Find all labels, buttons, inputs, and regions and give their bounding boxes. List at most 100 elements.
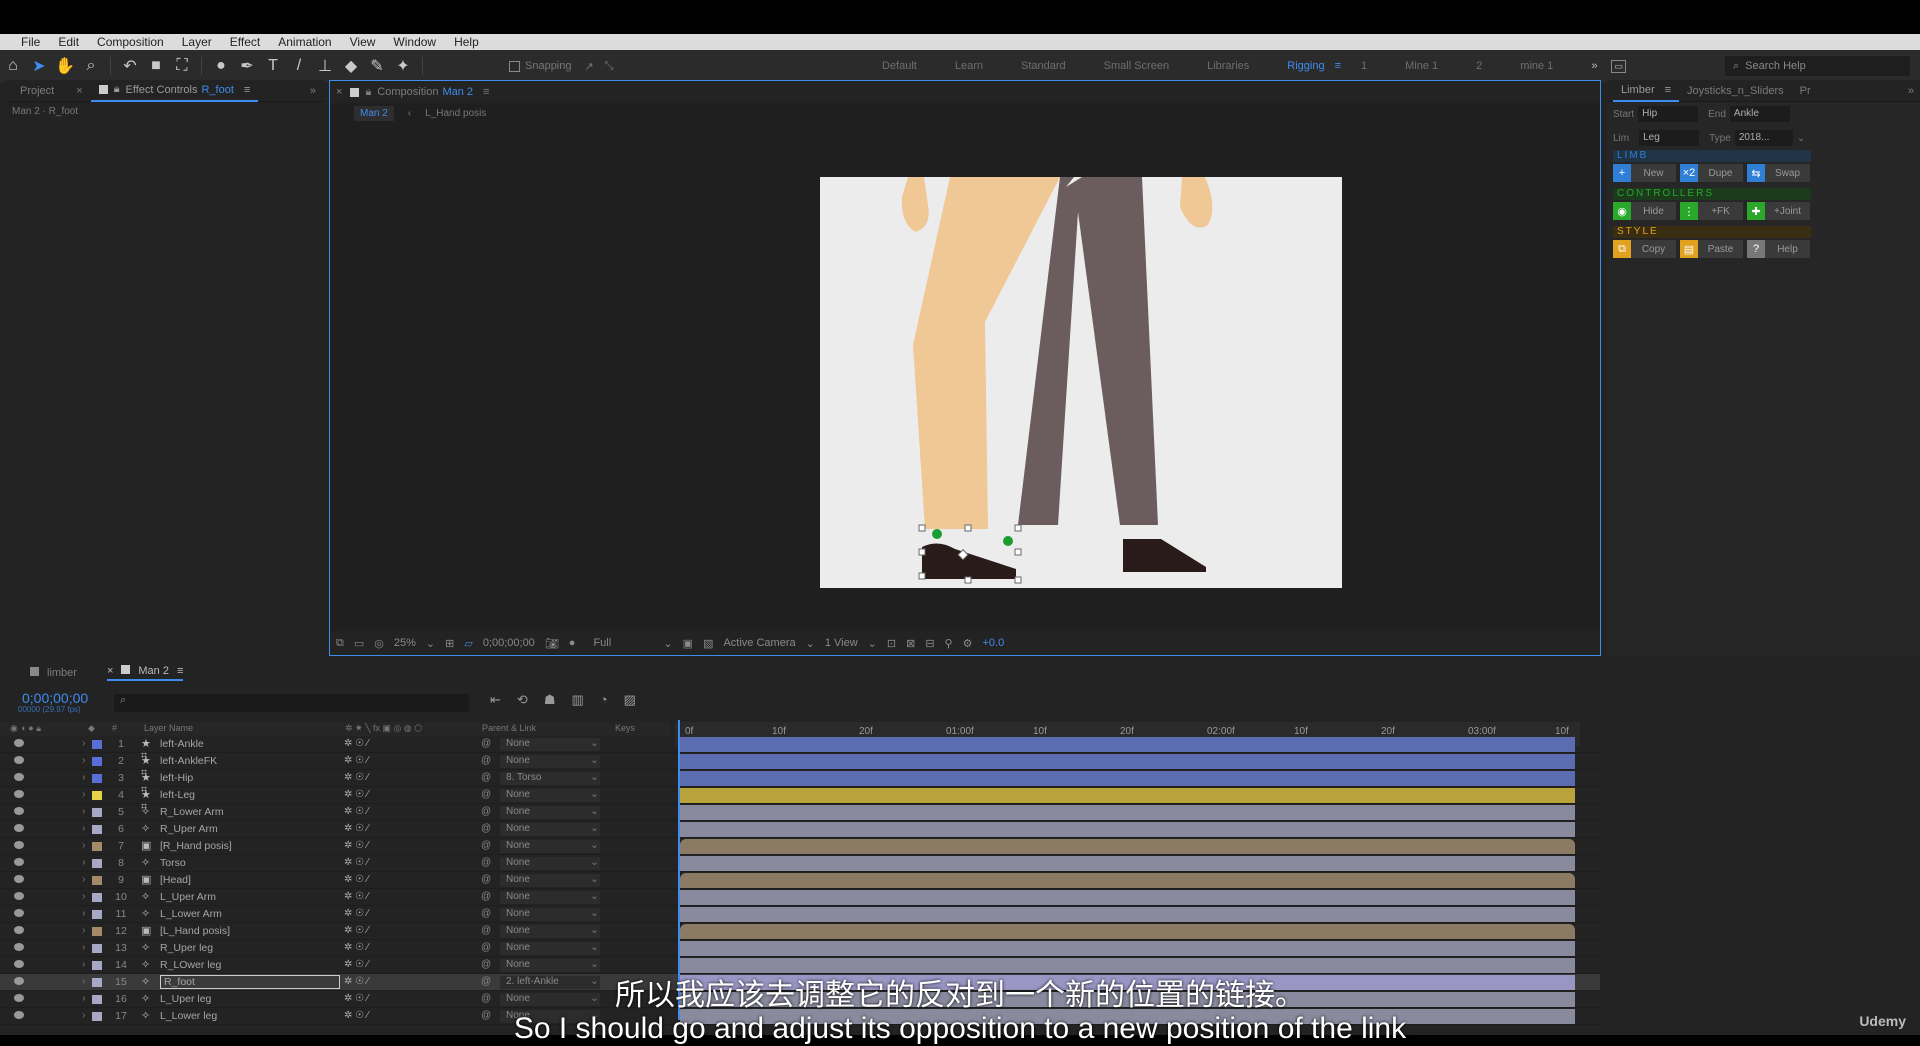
toggle-pixel-aspect-icon[interactable]: ⊡ [887,637,896,650]
pickwhip-icon[interactable]: @ [481,755,491,766]
label-color-swatch[interactable] [92,808,102,817]
target-region-icon[interactable]: ▣ [683,637,693,650]
lock-icon[interactable]: 🔒︎ [114,83,120,96]
label-color-swatch[interactable] [92,842,102,851]
layer-row[interactable]: › 13 ✧ R_Uper leg ✲ ☉ ⁄ @ None ⌄ [0,940,1600,957]
parent-select[interactable]: None [500,806,600,819]
current-time[interactable]: 0;00;00;00 [483,637,535,649]
menu-window[interactable]: Window [384,35,445,49]
menu-layer[interactable]: Layer [173,35,221,49]
layer-duration-bar[interactable] [680,805,1575,820]
chevron-down-icon[interactable]: ⌄ [590,941,599,953]
layer-row[interactable]: › 9 ▣ [Head] ✲ ☉ ⁄ @ None ⌄ [0,872,1600,889]
eye-icon[interactable] [14,858,24,866]
eye-icon[interactable] [14,960,24,968]
pickwhip-icon[interactable]: @ [481,789,491,800]
eye-icon[interactable] [14,773,24,781]
layer-row[interactable]: › 10 ✧ L_Uper Arm ✲ ☉ ⁄ @ None ⌄ [0,889,1600,906]
chevron-down-icon[interactable]: ⌄ [590,754,599,766]
parent-select[interactable]: 8. Torso [500,772,600,785]
workspace-menu-icon[interactable]: ≡ [1335,60,1341,72]
workspace-learn[interactable]: Learn [955,60,983,72]
snapping-toggle[interactable]: Snapping ↗ ⤡ [509,60,614,73]
label-color-swatch[interactable] [92,893,102,902]
layer-switches-icon[interactable]: ✲ ☉ ⁄ [344,755,369,766]
layer-duration-bar[interactable] [680,754,1575,769]
menu-view[interactable]: View [341,35,385,49]
snap-features-icon[interactable]: ⤡ [605,60,614,73]
parent-select[interactable]: None [500,925,600,938]
eraser-tool-icon[interactable]: ◆ [338,53,364,79]
chevron-right-icon[interactable]: › [82,788,86,800]
snapping-checkbox[interactable] [509,60,520,72]
pickwhip-icon[interactable]: @ [481,806,491,817]
roto-brush-tool-icon[interactable]: ✎ [364,53,390,79]
end-field[interactable]: Ankle [1729,106,1790,122]
label-color-swatch[interactable] [92,944,102,953]
joint-button[interactable]: ✚ +Joint [1747,202,1810,220]
chevron-down-icon[interactable]: ⌄ [663,637,672,650]
chevron-down-icon[interactable]: ⌄ [590,839,599,851]
tab-effect-controls[interactable]: 🔒︎ Effect Controls R_foot ≡ [90,80,259,102]
chevron-right-icon[interactable]: › [82,958,86,970]
close-icon[interactable]: × [336,86,342,98]
layer-row[interactable]: › 3 ★ ⌗ left-Hip ✲ ☉ ⁄ @8. Torso ⌄ [0,770,1600,796]
swap-button[interactable]: ⇆ Swap [1747,164,1810,182]
chevron-down-icon[interactable]: ⌄ [590,737,599,749]
pickwhip-icon[interactable]: @ [481,857,491,868]
menu-edit[interactable]: Edit [49,35,88,49]
layer-switches-icon[interactable]: ✲ ☉ ⁄ [344,738,369,749]
fk-button[interactable]: ⋮ +FK [1680,202,1743,220]
eye-icon[interactable] [14,739,24,747]
workspace-overflow-icon[interactable]: » [1591,60,1597,72]
anchor-controller-dot[interactable] [1003,536,1013,546]
layer-name[interactable]: left-Hip [160,772,193,784]
chevron-down-icon[interactable]: ⌄ [590,873,599,885]
eye-icon[interactable] [14,807,24,815]
region-of-interest-icon[interactable]: ▱ [464,637,472,650]
resolution-select[interactable]: Full [593,637,653,649]
brush-tool-icon[interactable]: / [286,53,312,79]
graph-editor-icon[interactable]: ▨ [624,692,636,708]
workspace-default[interactable]: Default [882,60,917,72]
tab-limber-comp[interactable]: limber [30,667,77,679]
help-button[interactable]: ? Help [1747,240,1810,258]
panel-menu-icon[interactable]: ≡ [244,84,250,96]
layer-row[interactable]: › 11 ✧ L_Lower Arm ✲ ☉ ⁄ @ None ⌄ [0,906,1600,923]
chevron-right-icon[interactable]: › [82,890,86,902]
tab-project[interactable]: Project × [12,80,91,102]
layer-switches-icon[interactable]: ✲ ☉ ⁄ [344,874,369,885]
label-color-swatch[interactable] [92,961,102,970]
exposure-value[interactable]: +0.0 [982,637,1004,649]
eye-icon[interactable] [14,875,24,883]
layer-duration-bar[interactable] [680,737,1575,752]
pen-tool-icon[interactable]: ✒ [234,53,260,79]
layer-name[interactable]: [Head] [160,874,191,886]
monitor-icon[interactable]: ▭ [354,637,364,650]
workspace-standard[interactable]: Standard [1021,60,1066,72]
eye-icon[interactable] [14,926,24,934]
draft-3d-icon[interactable]: ⟲ [517,692,528,708]
pickwhip-icon[interactable]: @ [481,908,491,919]
layer-name[interactable]: L_Uper Arm [160,891,216,903]
clone-stamp-tool-icon[interactable]: ⊥ [312,53,338,79]
dupe-button[interactable]: ×2 Dupe [1680,164,1743,182]
settings-icon[interactable]: ⚙ [963,637,973,650]
layer-switches-icon[interactable]: ✲ ☉ ⁄ [344,840,369,851]
layer-duration-bar[interactable] [680,822,1575,837]
layer-row[interactable]: › 1 ★ ⌗ left-Ankle ✲ ☉ ⁄ @ None ⌄ [0,736,1600,762]
frame-blending-icon[interactable]: ▥ [571,692,583,708]
chevron-right-icon[interactable]: › [82,941,86,953]
label-color-swatch[interactable] [92,825,102,834]
lim-field[interactable]: Leg [1639,130,1700,146]
chevron-down-icon[interactable]: ⌄ [590,890,599,902]
label-color-swatch[interactable] [92,910,102,919]
eye-icon[interactable] [14,756,24,764]
selection-tool-icon[interactable]: ➤ [26,53,52,79]
screen-icon[interactable]: ▭ [1611,59,1626,73]
layer-name[interactable]: L_Lower Arm [160,908,222,920]
eye-icon[interactable] [14,790,24,798]
label-color-swatch[interactable] [92,791,102,800]
shy-icon[interactable]: ☗ [544,692,556,708]
type-tool-icon[interactable]: T [260,53,286,79]
